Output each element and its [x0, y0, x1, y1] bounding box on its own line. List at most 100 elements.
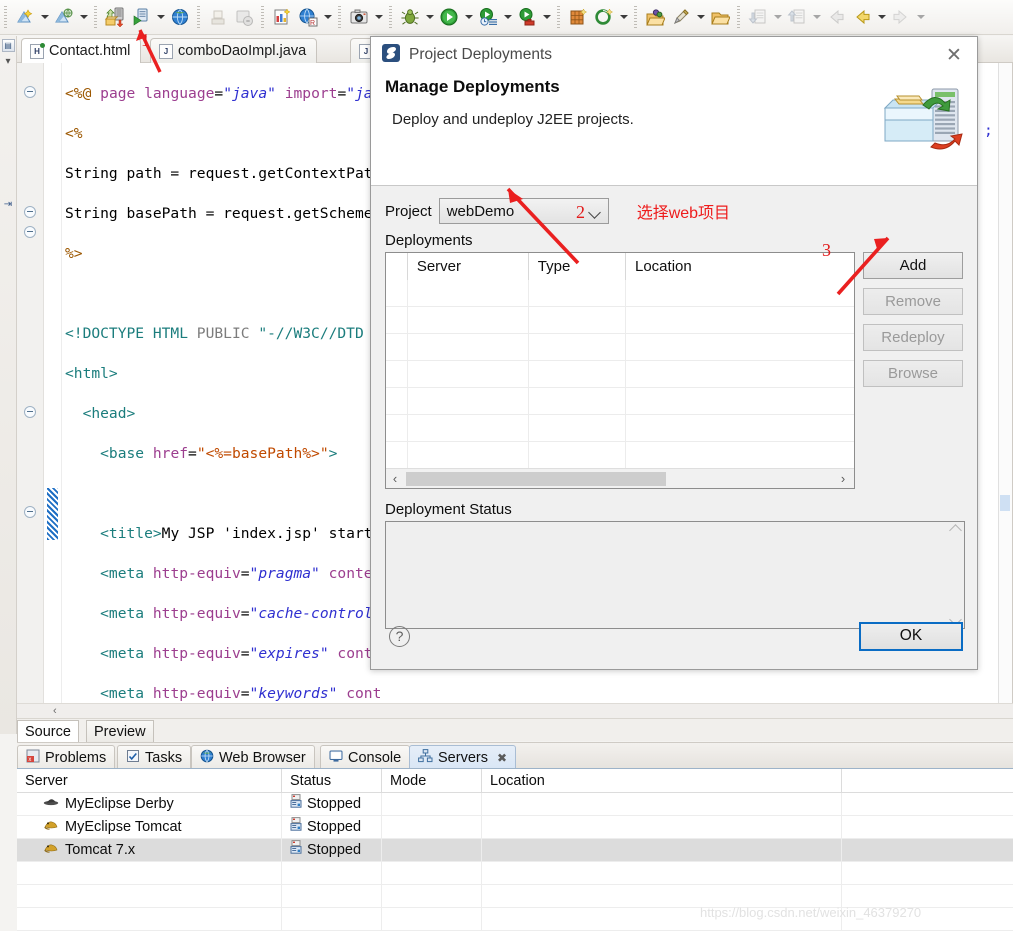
toolbar-grip[interactable] [3, 6, 9, 28]
column-header-location[interactable]: Location [482, 768, 842, 793]
close-icon[interactable]: ✕ [941, 43, 967, 67]
toolbar-grip[interactable] [93, 6, 99, 28]
toolbar-grip[interactable] [736, 6, 742, 28]
new-annotation-icon[interactable] [591, 4, 617, 30]
run-server-dropdown-icon[interactable] [154, 4, 167, 30]
dialog-banner: Manage Deployments Deploy and undeploy J… [371, 73, 977, 186]
back-arrow-icon[interactable] [849, 4, 875, 30]
watermark: https://blog.csdn.net/weixin_46379270 [700, 905, 922, 920]
table-row-empty [386, 280, 854, 307]
redeploy-button: Redeploy [863, 324, 963, 351]
screenshot-dropdown-icon[interactable] [372, 4, 385, 30]
screenshot-icon[interactable] [346, 4, 372, 30]
tab-label: Servers [438, 749, 488, 766]
new-wizard-dropdown-icon[interactable] [38, 4, 51, 30]
toolbar-grip[interactable] [556, 6, 562, 28]
tab-servers[interactable]: Servers ✖ [409, 745, 517, 769]
tomcat-icon [43, 839, 59, 862]
tab-preview[interactable]: Preview [86, 720, 154, 742]
new-class-icon[interactable] [565, 4, 591, 30]
fold-toggle-icon[interactable] [24, 206, 36, 218]
project-label: Project [385, 202, 432, 220]
editor-tab-contact-html[interactable]: H Contact.html [21, 38, 142, 63]
tab-problems[interactable]: x Problems [17, 745, 116, 769]
search-pencil-icon[interactable] [668, 4, 694, 30]
web-browser-icon [200, 749, 214, 767]
column-header-type[interactable]: Type [529, 253, 626, 280]
new-web-project-icon[interactable] [51, 4, 77, 30]
svg-text:R: R [310, 20, 315, 27]
run-dropdown-icon[interactable] [462, 4, 475, 30]
table-row[interactable]: MyEclipse Tomcat Stopped [17, 815, 1013, 839]
column-header-server[interactable]: Server [17, 768, 282, 793]
run-history-icon[interactable] [475, 4, 501, 30]
toolbar-grip[interactable] [260, 6, 266, 28]
previous-annotation-dropdown-icon[interactable] [810, 4, 823, 30]
editor-horizontal-scrollbar[interactable]: ‹ [17, 703, 1013, 718]
dialog-titlebar[interactable]: Project Deployments ✕ [371, 37, 977, 73]
web-preview-dropdown-icon[interactable] [321, 4, 334, 30]
ok-button[interactable]: OK [859, 621, 963, 651]
toolbar-grip[interactable] [337, 6, 343, 28]
table-row[interactable]: Tomcat 7.x Stopped [17, 838, 1013, 862]
open-package-icon[interactable] [642, 4, 668, 30]
tab-tasks[interactable]: Tasks [117, 745, 192, 769]
run-external-tools-icon[interactable] [514, 4, 540, 30]
new-report-icon[interactable] [269, 4, 295, 30]
run-external-tools-dropdown-icon[interactable] [540, 4, 553, 30]
tab-source[interactable]: Source [17, 720, 79, 742]
run-server-icon[interactable] [128, 4, 154, 30]
fold-toggle-icon[interactable] [24, 506, 36, 518]
open-browser-icon[interactable] [167, 4, 193, 30]
forward-dropdown-icon[interactable] [914, 4, 927, 30]
new-wizard-icon[interactable] [12, 4, 38, 30]
source-preview-bar: Source Preview [17, 718, 1013, 742]
editor-folding-gutter[interactable] [17, 63, 44, 711]
deployment-status-text [386, 522, 964, 530]
minimize-icon[interactable]: ▾ [2, 55, 15, 68]
package-explorer-shortcut-icon[interactable]: ▤ [1, 39, 15, 52]
toolbar-grip[interactable] [633, 6, 639, 28]
scroll-left-icon[interactable]: ‹ [53, 705, 57, 717]
next-annotation-dropdown-icon[interactable] [771, 4, 784, 30]
add-button[interactable]: Add [863, 252, 963, 279]
toolbar-grip[interactable] [196, 6, 202, 28]
deployments-horizontal-scrollbar[interactable]: ‹ › [386, 468, 854, 488]
column-header-mode[interactable]: Mode [382, 768, 482, 793]
scrollbar-thumb[interactable] [406, 471, 666, 486]
editor-overview-ruler[interactable] [998, 63, 1012, 711]
tab-web-browser[interactable]: Web Browser [191, 745, 315, 769]
debug-dropdown-icon[interactable] [423, 4, 436, 30]
tab-console[interactable]: Console [320, 745, 411, 769]
toolbar-grip[interactable] [388, 6, 394, 28]
table-row[interactable]: MyEclipse Derby Stopped [17, 792, 1013, 816]
server-name: MyEclipse Tomcat [65, 818, 182, 835]
chevron-up-icon[interactable] [949, 524, 962, 537]
run-icon[interactable] [436, 4, 462, 30]
editor-annotation-gutter[interactable] [45, 63, 62, 711]
fold-toggle-icon[interactable] [24, 226, 36, 238]
scroll-right-icon[interactable]: › [834, 469, 852, 488]
web-preview-icon[interactable]: R [295, 4, 321, 30]
column-header-extra[interactable] [842, 769, 1013, 793]
new-annotation-dropdown-icon[interactable] [617, 4, 630, 30]
restore-icon[interactable]: ⇥ [2, 198, 15, 211]
editor-tab-combodaoimpl-java[interactable]: J comboDaoImpl.java [150, 38, 318, 63]
column-header-location[interactable]: Location [626, 253, 854, 280]
fold-toggle-icon[interactable] [24, 406, 36, 418]
open-folder-icon[interactable] [707, 4, 733, 30]
back-dropdown-icon[interactable] [875, 4, 888, 30]
fold-toggle-icon[interactable] [24, 86, 36, 98]
close-icon[interactable]: ✖ [497, 751, 507, 765]
run-history-dropdown-icon[interactable] [501, 4, 514, 30]
column-header-server[interactable]: Server [408, 253, 529, 280]
new-web-project-dropdown-icon[interactable] [77, 4, 90, 30]
debug-icon[interactable] [397, 4, 423, 30]
help-icon[interactable]: ? [389, 625, 410, 647]
deployments-table[interactable]: Server Type Location ‹ › [385, 252, 855, 489]
column-header-status[interactable]: Status [282, 768, 382, 793]
print-icon[interactable] [205, 4, 231, 30]
deploy-j2ee-icon[interactable] [102, 4, 128, 30]
search-pencil-dropdown-icon[interactable] [694, 4, 707, 30]
scroll-left-icon[interactable]: ‹ [386, 469, 404, 488]
